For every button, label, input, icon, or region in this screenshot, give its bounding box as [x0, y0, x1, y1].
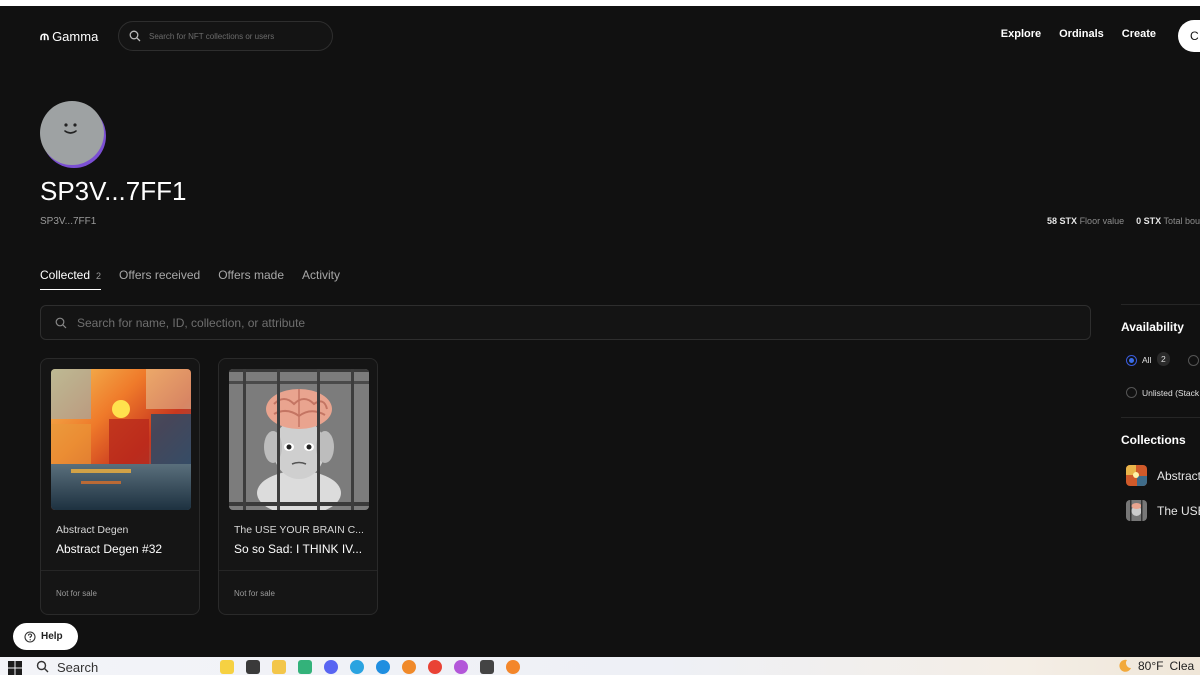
- card-divider: [41, 570, 199, 571]
- tab-collected[interactable]: Collected 2: [40, 268, 102, 290]
- nav-explore[interactable]: Explore: [1001, 28, 1041, 40]
- discord-icon[interactable]: [324, 660, 338, 674]
- search-icon: [55, 317, 67, 328]
- help-label: Help: [41, 631, 63, 642]
- availability-unlisted-label[interactable]: Unlisted (Stack: [1142, 388, 1199, 398]
- collections-heading: Collections: [1121, 433, 1186, 447]
- connect-wallet-label: C: [1190, 29, 1199, 43]
- sidebar-divider: [1121, 304, 1200, 305]
- weather-temp: 80°F: [1138, 659, 1164, 673]
- collection-thumb: [1126, 500, 1147, 521]
- moon-icon: [1119, 659, 1131, 672]
- browser-purple-icon[interactable]: [454, 660, 468, 674]
- avatar: [40, 101, 104, 165]
- stat-floor-value: 58 STX Floor value: [1047, 216, 1124, 226]
- windows-start-icon[interactable]: [8, 661, 22, 675]
- sale-status: Not for sale: [234, 589, 275, 598]
- tab-activity[interactable]: Activity: [302, 268, 340, 290]
- gamma-app: ⫙ Gamma Explore Ordinals Create C SP3V..…: [0, 6, 1200, 657]
- app-orange-2-icon[interactable]: [506, 660, 520, 674]
- nft-name: Abstract Degen #32: [56, 542, 163, 556]
- sale-status: Not for sale: [56, 589, 97, 598]
- profile-tabs: Collected 2 Offers received Offers made A…: [40, 268, 340, 290]
- weather-desc: Clea: [1169, 659, 1195, 673]
- card-divider: [219, 570, 377, 571]
- taskbar-apps: [220, 660, 520, 674]
- collection-filter-label: Abstract: [1157, 468, 1200, 483]
- task-view-icon[interactable]: [246, 660, 260, 674]
- availability-listed-radio[interactable]: [1188, 355, 1199, 366]
- nft-image-abstract-sunset[interactable]: [51, 369, 191, 510]
- collection-filter-abstract[interactable]: Abstract: [1126, 465, 1200, 486]
- windows-taskbar: Search 80°F Clea: [0, 657, 1200, 675]
- availability-all-count: 2: [1157, 352, 1170, 366]
- store-icon[interactable]: [298, 660, 312, 674]
- gamma-logo-mark: ⫙: [40, 28, 49, 43]
- nft-collection-name[interactable]: The USE YOUR BRAIN C...: [234, 524, 364, 536]
- collection-search-input[interactable]: [77, 315, 977, 330]
- tab-label: Collected: [40, 268, 91, 282]
- top-search-box[interactable]: [118, 21, 333, 51]
- availability-all-label[interactable]: All: [1142, 355, 1151, 365]
- availability-heading: Availability: [1121, 320, 1184, 334]
- tab-count-badge: 2: [96, 271, 102, 281]
- nft-collection-name[interactable]: Abstract Degen: [56, 524, 128, 536]
- collection-thumb: [1126, 465, 1147, 486]
- chrome-icon[interactable]: [428, 660, 442, 674]
- nav-create[interactable]: Create: [1122, 28, 1156, 40]
- taskbar-search[interactable]: Search: [36, 660, 216, 675]
- top-nav: Explore Ordinals Create: [1001, 28, 1156, 40]
- collection-search-box[interactable]: [40, 305, 1091, 340]
- tab-offers-received[interactable]: Offers received: [119, 268, 200, 290]
- connect-wallet-button[interactable]: C: [1178, 20, 1200, 52]
- availability-all-radio[interactable]: [1126, 355, 1137, 366]
- app-orange-icon[interactable]: [402, 660, 416, 674]
- profile-address[interactable]: SP3V...7FF1: [40, 216, 96, 227]
- nft-card[interactable]: Abstract Degen Abstract Degen #32 Not fo…: [40, 358, 200, 615]
- nft-card[interactable]: The USE YOUR BRAIN C... So so Sad: I THI…: [218, 358, 378, 615]
- taskbar-search-label: Search: [57, 660, 99, 675]
- nft-image-boy-brain-bars[interactable]: [229, 369, 369, 510]
- availability-unlisted-radio[interactable]: [1126, 387, 1137, 398]
- sidebar-divider: [1121, 417, 1200, 418]
- nav-ordinals[interactable]: Ordinals: [1059, 28, 1104, 40]
- profile-name: SP3V...7FF1: [40, 176, 187, 206]
- gamma-logo-text: Gamma: [52, 28, 99, 44]
- stat-value: 0 STX: [1136, 216, 1162, 226]
- nft-search-input[interactable]: [149, 31, 319, 41]
- smiley-face-icon: [64, 123, 77, 134]
- stat-label: Floor value: [1079, 216, 1125, 226]
- stat-total-bought: 0 STX Total bough: [1136, 216, 1200, 226]
- widget-sparkle-icon[interactable]: [220, 660, 234, 674]
- collection-filter-the-use[interactable]: The USE: [1126, 500, 1200, 521]
- profile-stats: 58 STX Floor value 0 STX Total bough: [1047, 216, 1200, 226]
- app-avatar-icon[interactable]: [480, 660, 494, 674]
- telegram-icon[interactable]: [350, 660, 364, 674]
- tab-offers-made[interactable]: Offers made: [218, 268, 284, 290]
- search-icon: [129, 30, 141, 42]
- stat-label: Total bough: [1163, 216, 1200, 226]
- help-button[interactable]: Help: [13, 623, 78, 650]
- edge-icon[interactable]: [376, 660, 390, 674]
- file-explorer-icon[interactable]: [272, 660, 286, 674]
- stat-value: 58 STX: [1047, 216, 1078, 226]
- collection-filter-label: The USE: [1157, 503, 1200, 518]
- gamma-logo[interactable]: ⫙ Gamma: [40, 28, 98, 44]
- nft-name: So so Sad: I THINK IV...: [234, 542, 363, 556]
- search-icon: [36, 660, 49, 673]
- question-circle-icon: [24, 630, 36, 643]
- taskbar-weather[interactable]: 80°F Clea: [1118, 659, 1194, 673]
